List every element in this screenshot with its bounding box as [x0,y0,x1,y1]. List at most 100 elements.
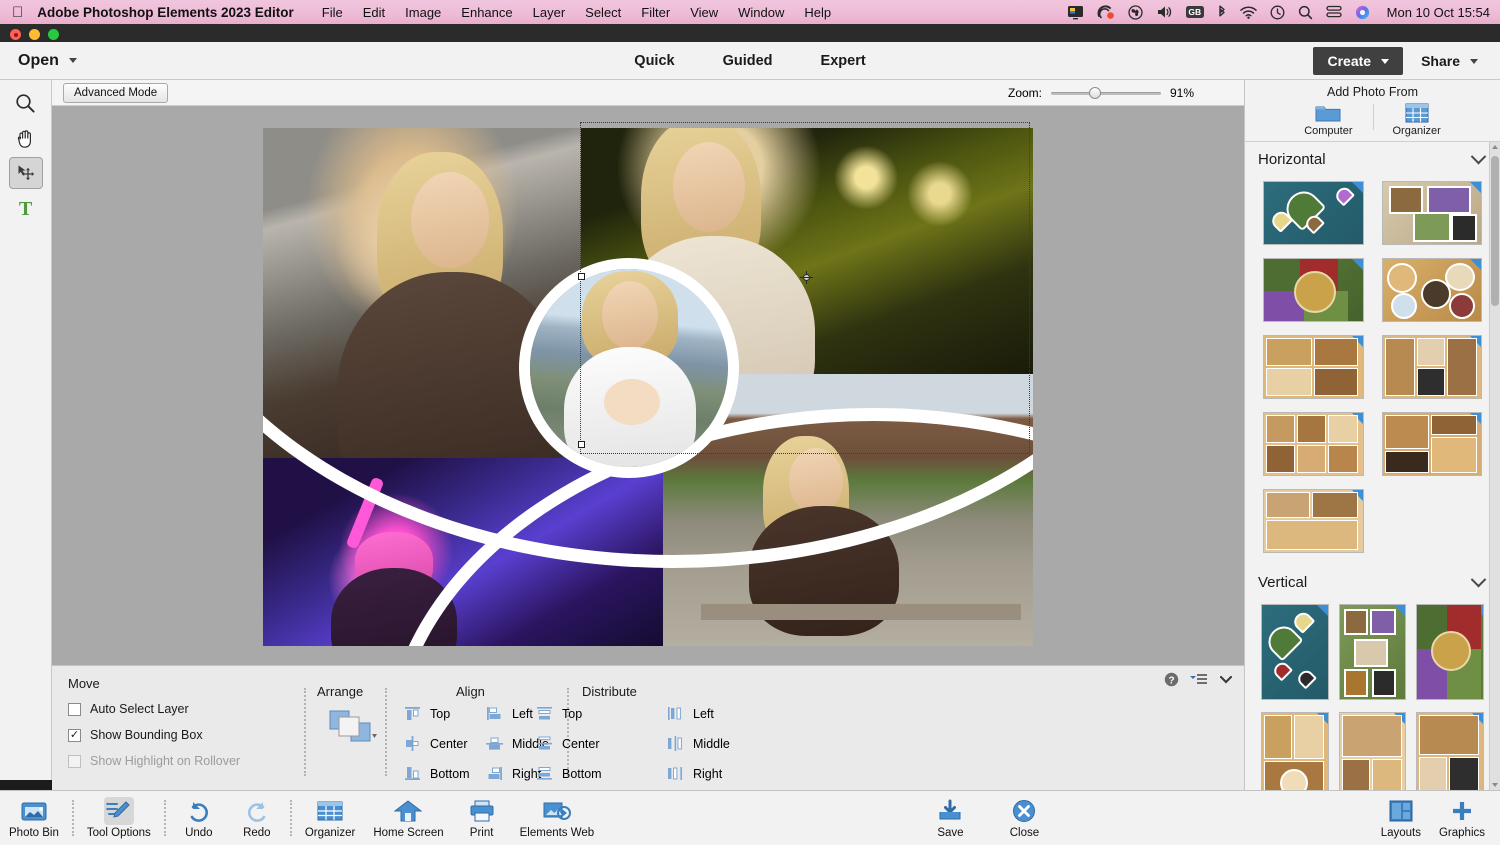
menu-layer[interactable]: Layer [523,5,576,20]
layout-thumbnail[interactable] [1263,412,1364,476]
menu-edit[interactable]: Edit [353,5,395,20]
screen-recording-icon[interactable] [1097,4,1115,20]
menu-file[interactable]: File [312,5,353,20]
siri-icon[interactable] [1355,4,1370,20]
scroll-down-arrow[interactable] [1492,783,1498,787]
chevron-down-icon[interactable] [1470,571,1487,588]
add-photo-computer-button[interactable]: Computer [1304,102,1353,137]
redo-button[interactable]: Redo [228,795,286,841]
layout-thumbnail[interactable] [1381,412,1482,476]
distribute-top-button[interactable]: Top [536,706,602,721]
align-center-button[interactable]: Center [404,736,470,751]
stacks-icon[interactable] [1326,4,1342,20]
save-button[interactable]: Save [921,795,979,841]
close-button-taskbar[interactable]: Close [995,795,1053,841]
volume-icon[interactable] [1156,4,1173,20]
apple-logo-icon[interactable]:  [0,5,37,20]
align-bottom-button[interactable]: Bottom [404,766,470,781]
organizer-button[interactable]: Organizer [296,795,365,841]
section-header-vertical[interactable]: Vertical [1245,565,1500,600]
menu-enhance[interactable]: Enhance [451,5,522,20]
show-bounding-box-checkbox[interactable]: ✓ [68,728,81,742]
control-fan-icon[interactable] [1128,4,1143,20]
menu-filter[interactable]: Filter [631,5,680,20]
selection-handle-bottom-left[interactable] [578,441,585,448]
transform-center-point[interactable] [800,271,813,284]
show-bounding-box-row[interactable]: ✓ Show Bounding Box [68,728,240,742]
selection-handle-top-left[interactable] [578,273,585,280]
type-tool[interactable]: T [9,192,43,224]
layouts-scroll-area[interactable]: Horizontal Vertical [1245,142,1500,790]
layout-thumbnail[interactable] [1263,258,1364,322]
layout-thumbnail[interactable] [1416,604,1484,700]
minimize-button[interactable] [29,29,40,40]
panel-scrollbar[interactable] [1489,142,1500,790]
keyboard-language-icon[interactable]: GB [1185,4,1204,20]
section-header-horizontal[interactable]: Horizontal [1245,142,1500,177]
tab-quick[interactable]: Quick [634,53,674,69]
print-button[interactable]: Print [453,795,511,841]
zoom-slider-handle[interactable] [1089,86,1101,99]
layout-thumbnail[interactable] [1263,181,1364,245]
canvas-workspace[interactable] [52,106,1244,665]
horizontal-layout-grid [1245,177,1500,565]
layout-thumbnail[interactable] [1261,712,1329,790]
bluetooth-icon[interactable] [1217,4,1227,20]
zoom-tool[interactable] [9,87,43,119]
layout-thumbnail[interactable] [1263,489,1364,553]
distribute-bottom-button[interactable]: Bottom [536,766,602,781]
menu-select[interactable]: Select [575,5,631,20]
distribute-middle-button[interactable]: Middle [667,736,730,751]
layout-thumbnail[interactable] [1338,604,1407,700]
auto-select-layer-checkbox[interactable] [68,702,81,716]
menu-help[interactable]: Help [794,5,841,20]
graphics-button[interactable]: Graphics [1430,795,1494,841]
spotlight-search-icon[interactable] [1298,4,1313,20]
arrange-button[interactable] [328,708,382,748]
zoom-button[interactable] [48,29,59,40]
distribute-left-button[interactable]: Left [667,706,730,721]
auto-select-layer-row[interactable]: Auto Select Layer [68,702,240,716]
layout-thumbnail[interactable] [1381,258,1482,322]
help-icon[interactable]: ? [1164,672,1179,687]
create-button[interactable]: Create [1313,47,1404,75]
tab-guided[interactable]: Guided [723,53,773,69]
menu-image[interactable]: Image [395,5,451,20]
panel-menu-icon[interactable] [1189,672,1208,687]
selection-bounding-box[interactable] [580,122,1030,454]
layouts-button[interactable]: Layouts [1372,795,1430,841]
menu-view[interactable]: View [680,5,728,20]
elements-web-button[interactable]: Elements Web [511,795,604,841]
layout-thumbnail[interactable] [1381,181,1482,245]
screen-sharing-icon[interactable] [1067,4,1084,20]
collapse-chevron-icon[interactable] [1218,673,1234,686]
photo-bin-button[interactable]: Photo Bin [0,795,68,841]
layout-thumbnail[interactable] [1338,712,1407,790]
time-machine-icon[interactable] [1270,4,1285,20]
advanced-mode-button[interactable]: Advanced Mode [63,82,169,103]
wifi-icon[interactable] [1239,4,1257,20]
add-photo-organizer-button[interactable]: Organizer [1393,102,1441,137]
zoom-slider[interactable] [1051,86,1161,99]
layout-thumbnail[interactable] [1381,335,1482,399]
distribute-center-label: Center [562,736,600,751]
close-button[interactable] [10,29,21,40]
distribute-center-button[interactable]: Center [536,736,602,751]
chevron-down-icon[interactable] [1470,148,1487,165]
scrollbar-thumb[interactable] [1491,156,1499,306]
undo-button[interactable]: Undo [170,795,228,841]
menu-window[interactable]: Window [728,5,794,20]
layout-thumbnail[interactable] [1416,712,1484,790]
share-button[interactable]: Share [1409,47,1490,75]
layout-thumbnail[interactable] [1261,604,1329,700]
move-tool[interactable] [8,157,43,189]
scroll-up-arrow[interactable] [1492,145,1498,149]
tool-options-button[interactable]: Tool Options [78,795,160,841]
align-top-button[interactable]: Top [404,706,470,721]
hand-tool[interactable] [9,122,43,154]
distribute-right-button[interactable]: Right [667,766,730,781]
tab-expert[interactable]: Expert [821,53,866,69]
home-screen-button[interactable]: Home Screen [364,795,452,841]
layout-thumbnail[interactable] [1263,335,1364,399]
menu-bar-clock[interactable]: Mon 10 Oct 15:54 [1383,5,1490,20]
